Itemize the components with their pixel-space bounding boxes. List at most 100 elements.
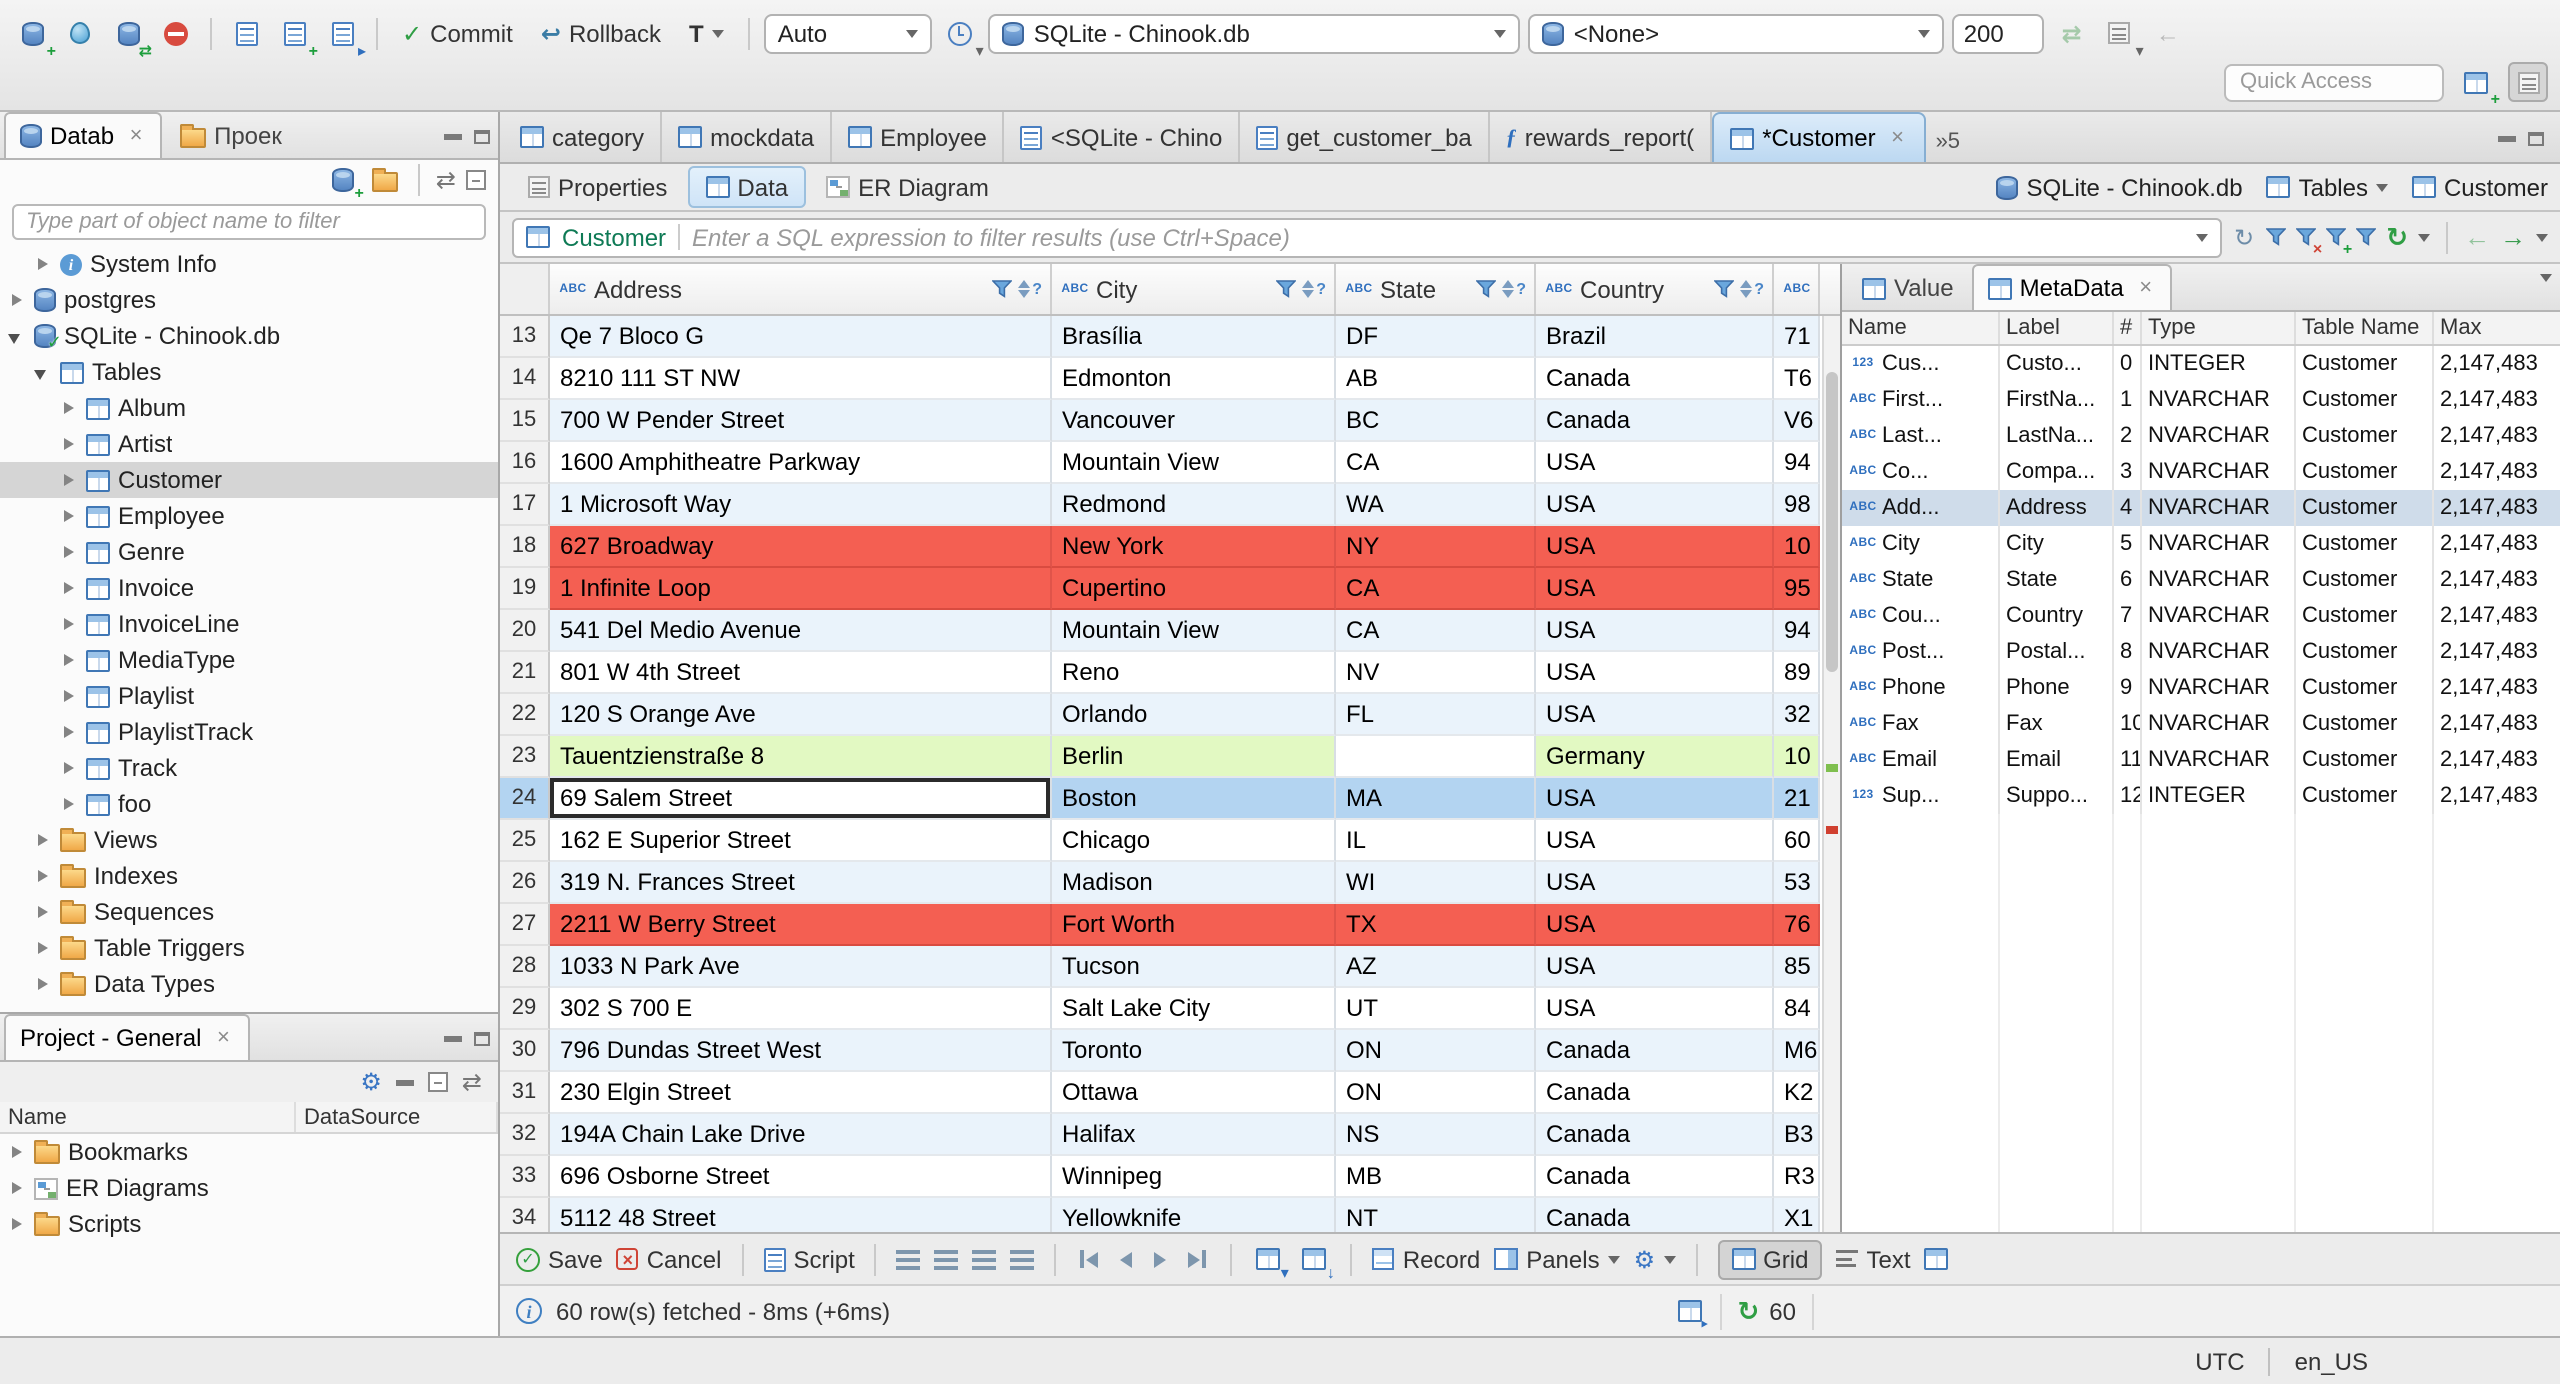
- sql-editor-icon[interactable]: [226, 13, 266, 53]
- grid-cell[interactable]: Mountain View: [1052, 610, 1336, 652]
- tree-item-employee[interactable]: Employee: [0, 498, 498, 534]
- grid-cell[interactable]: USA: [1536, 862, 1774, 904]
- grid-cell[interactable]: 94: [1774, 610, 1820, 652]
- nav-forward-icon[interactable]: →: [2500, 224, 2526, 250]
- new-sql-editor-icon[interactable]: +: [274, 13, 318, 58]
- panel-menu-icon[interactable]: [2540, 274, 2552, 310]
- grid-cell[interactable]: 796 Dundas Street West: [550, 1030, 1052, 1072]
- grid-cell[interactable]: USA: [1536, 568, 1774, 610]
- grid-cell[interactable]: NV: [1336, 652, 1536, 694]
- expand-toggle-icon[interactable]: [34, 975, 52, 993]
- meta-row-email[interactable]: ABC Email Email 11 NVARCHAR Customer 2,147,483: [1842, 742, 2560, 778]
- tree-item-data-types[interactable]: Data Types: [0, 966, 498, 1002]
- row-number[interactable]: 34: [500, 1198, 550, 1232]
- editor-tab-sqlite-chino[interactable]: <SQLite - Chino: [1005, 112, 1241, 162]
- grid-cell[interactable]: 2211 W Berry Street: [550, 904, 1052, 946]
- previous-row-button[interactable]: [1117, 1249, 1137, 1269]
- grid-cell[interactable]: Winnipeg: [1052, 1156, 1336, 1198]
- settings-button[interactable]: ⚙: [1634, 1247, 1676, 1271]
- grid-cell[interactable]: 194A Chain Lake Drive: [550, 1114, 1052, 1156]
- grid-cell[interactable]: CA: [1336, 610, 1536, 652]
- grid-cell[interactable]: Canada: [1536, 400, 1774, 442]
- meta-column-header-name[interactable]: Name: [1842, 312, 2000, 344]
- meta-row-city[interactable]: ABC City City 5 NVARCHAR Customer 2,147,483: [1842, 526, 2560, 562]
- grid-cell[interactable]: USA: [1536, 442, 1774, 484]
- tree-item-genre[interactable]: Genre: [0, 534, 498, 570]
- link-with-editor-icon[interactable]: ⇄: [462, 1070, 482, 1094]
- row-number[interactable]: 18: [500, 526, 550, 568]
- breadcrumb-tables[interactable]: Tables: [2266, 173, 2388, 201]
- panels-button[interactable]: Panels: [1494, 1245, 1620, 1273]
- tree-item-indexes[interactable]: Indexes: [0, 858, 498, 894]
- grid-cell[interactable]: CA: [1336, 442, 1536, 484]
- meta-row-postal[interactable]: ABC Post... Postal... 8 NVARCHAR Customer 2,14…: [1842, 634, 2560, 670]
- column-header-city[interactable]: ABC City?: [1052, 264, 1336, 314]
- auto-refresh-button[interactable]: ↻ 60: [1719, 1293, 1814, 1329]
- column-header-name[interactable]: Name: [0, 1102, 296, 1132]
- breadcrumb-connection[interactable]: SQLite - Chinook.db: [1996, 173, 2243, 201]
- grid-cell[interactable]: 162 E Superior Street: [550, 820, 1052, 862]
- grid-cell[interactable]: T6: [1774, 358, 1820, 400]
- grid-cell[interactable]: 89: [1774, 652, 1820, 694]
- grid-cell[interactable]: USA: [1536, 820, 1774, 862]
- row-number[interactable]: 33: [500, 1156, 550, 1198]
- editor-tab-category[interactable]: category: [504, 112, 663, 162]
- tree-item-playlisttrack[interactable]: PlaylistTrack: [0, 714, 498, 750]
- meta-column-header-table-name[interactable]: Table Name: [2296, 312, 2434, 344]
- sort-column-icon[interactable]: ?: [1740, 280, 1764, 298]
- apply-filter-icon[interactable]: [2265, 223, 2288, 251]
- column-header-datasource[interactable]: DataSource: [296, 1102, 498, 1132]
- grid-cell[interactable]: Vancouver: [1052, 400, 1336, 442]
- meta-column-header-type[interactable]: Type: [2142, 312, 2296, 344]
- grid-cell[interactable]: TX: [1336, 904, 1536, 946]
- add-row-icon[interactable]: [896, 1248, 921, 1270]
- tab-database-navigator[interactable]: Datab: [4, 112, 163, 158]
- grid-cell[interactable]: R3: [1774, 1156, 1820, 1198]
- navigator-new-connection-icon[interactable]: +: [328, 164, 364, 201]
- minimize-icon[interactable]: [395, 1079, 414, 1085]
- sort-column-icon[interactable]: ?: [1302, 280, 1326, 298]
- fetch-all-rows-icon[interactable]: ↓: [1299, 1243, 1335, 1280]
- grid-cell[interactable]: Germany: [1536, 736, 1774, 778]
- fetch-size-input[interactable]: [1951, 13, 2044, 53]
- filter-funnel-icon[interactable]: [1474, 280, 1496, 298]
- meta-row-suppo[interactable]: 123 Sup... Suppo...12INTEGERCustomer2,147,…: [1842, 778, 2560, 814]
- open-perspective-icon[interactable]: +: [2456, 62, 2500, 107]
- grid-cell[interactable]: B3: [1774, 1114, 1820, 1156]
- expand-toggle-icon[interactable]: [8, 291, 26, 309]
- locale-indicator[interactable]: en_US: [2295, 1347, 2368, 1375]
- grid-cell[interactable]: 696 Osborne Street: [550, 1156, 1052, 1198]
- collapse-all-icon[interactable]: [427, 1072, 448, 1092]
- editor-tab-customer[interactable]: *Customer: [1712, 112, 1926, 162]
- script-button[interactable]: Script: [763, 1245, 855, 1273]
- expand-toggle-icon[interactable]: [34, 255, 52, 273]
- grid-cell[interactable]: Brasília: [1052, 316, 1336, 358]
- nav-back-icon[interactable]: ←: [2464, 224, 2490, 250]
- meta-row-fax[interactable]: ABCFaxFax10NVARCHARCustomer2,147,483: [1842, 706, 2560, 742]
- tree-item-sqlite-chinook-db[interactable]: SQLite - Chinook.db: [0, 318, 498, 354]
- sql-filter-input[interactable]: Customer Enter a SQL expression to filte…: [512, 217, 2223, 257]
- grid-cell[interactable]: BC: [1336, 400, 1536, 442]
- close-icon[interactable]: [213, 1028, 233, 1048]
- tree-item-invoice[interactable]: Invoice: [0, 570, 498, 606]
- tree-item-invoiceline[interactable]: InvoiceLine: [0, 606, 498, 642]
- grid-cell[interactable]: Canada: [1536, 358, 1774, 400]
- grid-cell[interactable]: 541 Del Medio Avenue: [550, 610, 1052, 652]
- grid-cell[interactable]: 84: [1774, 988, 1820, 1030]
- duplicate-row-icon[interactable]: [934, 1248, 959, 1270]
- sql-console-icon[interactable]: ▸: [322, 13, 366, 58]
- hidden-tabs-indicator[interactable]: »5: [1926, 130, 1971, 162]
- first-row-button[interactable]: [1077, 1248, 1103, 1270]
- grid-cell[interactable]: NT: [1336, 1198, 1536, 1232]
- grid-cell[interactable]: Canada: [1536, 1072, 1774, 1114]
- grid-cell[interactable]: Canada: [1536, 1030, 1774, 1072]
- grid-cell[interactable]: Brazil: [1536, 316, 1774, 358]
- tab-data[interactable]: Data: [687, 166, 807, 208]
- expand-toggle-icon[interactable]: [60, 687, 78, 705]
- grid-cell[interactable]: 32: [1774, 694, 1820, 736]
- save-button[interactable]: Save: [516, 1245, 603, 1273]
- grid-cell[interactable]: Qe 7 Bloco G: [550, 316, 1052, 358]
- auto-refresh-icon[interactable]: ↻: [2386, 224, 2408, 250]
- transaction-log-icon[interactable]: ▾: [940, 13, 984, 58]
- grid-cell[interactable]: 5112 48 Street: [550, 1198, 1052, 1232]
